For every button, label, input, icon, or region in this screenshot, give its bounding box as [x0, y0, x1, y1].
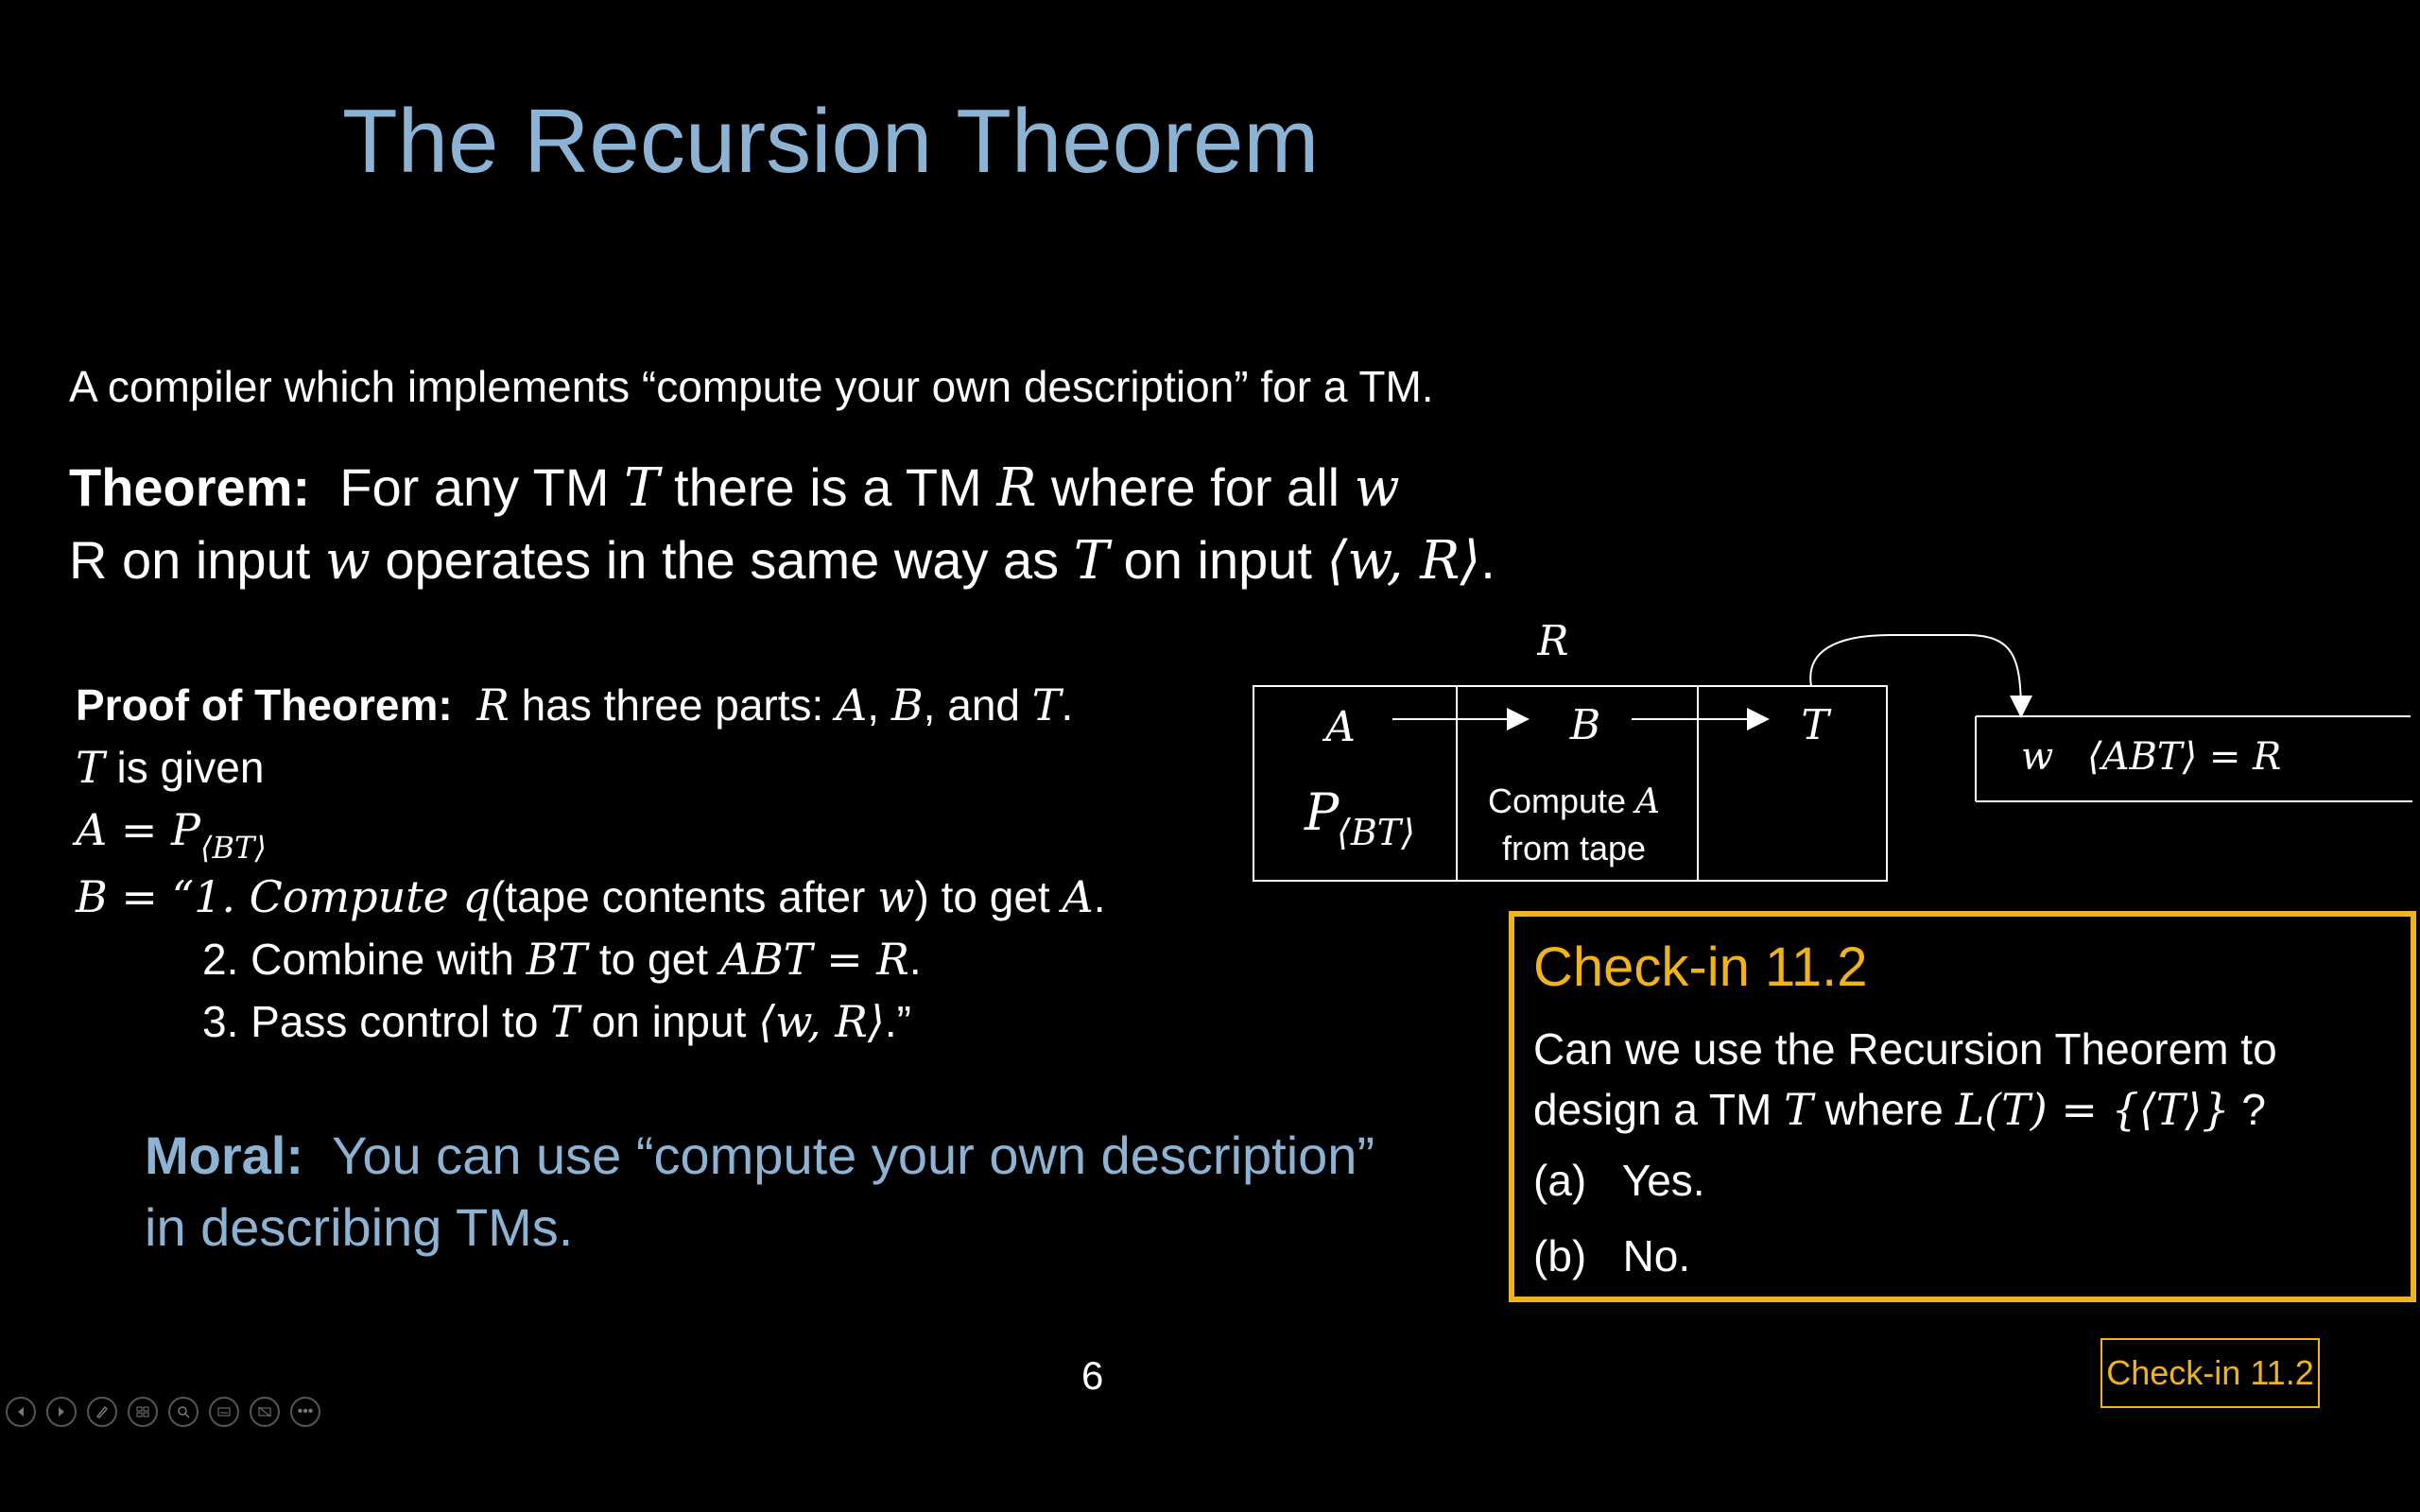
previous-icon[interactable]: [6, 1397, 36, 1427]
checkin-text: ?: [2229, 1085, 2266, 1134]
part-B-label: B: [1569, 701, 1600, 749]
proof-text: 2. Combine with: [202, 935, 527, 984]
theorem-text: .: [1480, 530, 1495, 590]
theorem-text: where for all: [1036, 457, 1355, 517]
checkin-question-line: design a TM T where L(T) = {⟨T⟩} ?: [1533, 1079, 2277, 1140]
math-language: L(T) = {⟨T⟩}: [1955, 1084, 2230, 1135]
math-A: A: [1062, 871, 1094, 922]
theorem-line-1: Theorem: For any TM T there is a TM R wh…: [69, 452, 1495, 524]
part-A-label: A: [1322, 703, 1356, 751]
checkin-text: design a TM: [1533, 1085, 1785, 1134]
checkin-question-line: Can we use the Recursion Theorem to: [1533, 1024, 2277, 1074]
checkin-box: Check-in 11.2 Can we use the Recursion T…: [1509, 911, 2416, 1302]
math-T: T: [1784, 1084, 1813, 1135]
diagram-label-R: R: [1536, 624, 1568, 665]
math-T: T: [550, 996, 579, 1047]
proof-line-6: 3. Pass control to T on input ⟨w, R⟩.”: [76, 990, 1105, 1053]
math-w: w: [324, 530, 371, 592]
moral-label: Moral:: [145, 1125, 303, 1185]
option-a[interactable]: (a) Yes.: [1533, 1155, 1705, 1206]
slides-grid-icon[interactable]: [128, 1397, 158, 1427]
proof-line-3: A = P⟨BT⟩: [76, 799, 1105, 866]
math-A: A: [836, 679, 868, 730]
checkin-question: Can we use the Recursion Theorem to desi…: [1533, 1019, 2277, 1140]
moral-text: in describing TMs.: [145, 1197, 574, 1257]
math-w: w: [1354, 457, 1400, 519]
proof-text: ,: [867, 680, 891, 730]
theorem-text: For any TM: [339, 457, 625, 517]
tm-diagram: R A B T P ⟨BT⟩ Compute A from tape w ⟨AB…: [1253, 624, 2412, 882]
math-ABT-eq: ABT = R: [719, 934, 909, 985]
math-A-def: A = P: [76, 804, 200, 855]
proof-text: (tape contents after: [490, 872, 878, 921]
theorem-block: Theorem: For any TM T there is a TM R wh…: [69, 452, 1495, 597]
math-T: T: [76, 742, 105, 793]
math-input-pair: ⟨w, R⟩: [758, 996, 885, 1047]
subtitles-icon[interactable]: [209, 1397, 239, 1427]
proof-text: .: [908, 935, 922, 984]
page-number: 6: [1081, 1353, 1104, 1398]
slide-title: The Recursion Theorem: [342, 91, 1320, 192]
math-T: T: [1031, 679, 1062, 730]
proof-text: has three parts:: [509, 680, 837, 730]
math-B-def: B = “1. Compute: [76, 871, 463, 922]
proof-line-1: Proof of Theorem: R has three parts: A , …: [76, 674, 1105, 736]
arrow-T-to-tape: [1809, 634, 2032, 718]
theorem-line-2: R on input w operates in the same way as…: [69, 524, 1495, 597]
P-BT-subscript: ⟨BT⟩: [1337, 812, 1415, 853]
option-text: Yes.: [1621, 1156, 1705, 1205]
next-icon[interactable]: [46, 1397, 77, 1427]
math-w: w: [877, 871, 915, 922]
compute-A-line1: Compute A: [1488, 782, 1660, 821]
math-BT: BT: [526, 934, 588, 985]
tape-w: w: [2021, 735, 2053, 779]
checkin-text: where: [1812, 1085, 1956, 1134]
option-b[interactable]: (b) No.: [1533, 1230, 1690, 1281]
math-R: R: [996, 457, 1037, 519]
checkin-badge[interactable]: Check-in 11.2: [2100, 1338, 2320, 1408]
compute-A-line2: from tape: [1502, 829, 1646, 868]
option-key: (a): [1533, 1156, 1587, 1205]
proof-text: .: [1061, 680, 1074, 730]
theorem-text: operates in the same way as: [370, 530, 1074, 590]
part-T-label: T: [1801, 701, 1832, 749]
proof-label: Proof of Theorem:: [76, 680, 453, 730]
option-key: (b): [1533, 1231, 1587, 1280]
intro-text: A compiler which implements “compute you…: [69, 362, 1434, 411]
theorem-text: there is a TM: [659, 457, 997, 517]
theorem-text: R on input: [69, 530, 325, 590]
math-input-pair: ⟨w, R⟩: [1326, 530, 1481, 592]
P-BT-main: P: [1304, 782, 1340, 842]
proof-text: , and: [923, 680, 1032, 730]
proof-line-5: 2. Combine with BT to get ABT = R.: [76, 928, 1105, 990]
more-icon[interactable]: •••: [290, 1397, 320, 1427]
math-T: T: [1073, 530, 1110, 592]
proof-text: 3. Pass control to: [202, 997, 551, 1046]
proof-text: .: [1093, 872, 1106, 921]
proof-text: is given: [104, 743, 265, 792]
hide-screen-icon[interactable]: [250, 1397, 280, 1427]
math-subscript: ⟨BT⟩: [199, 830, 267, 866]
proof-block: Proof of Theorem: R has three parts: A , …: [76, 674, 1105, 1053]
math-B: B: [890, 679, 924, 730]
math-T: T: [624, 457, 660, 519]
tape-ABT-eq: ⟨ABT⟩ = R: [2087, 735, 2281, 779]
math-q: q: [462, 871, 491, 922]
theorem-label: Theorem:: [69, 457, 311, 517]
option-text: No.: [1622, 1231, 1691, 1280]
moral-block: Moral: You can use “compute your own des…: [145, 1120, 1374, 1263]
zoom-icon[interactable]: [168, 1397, 199, 1427]
checkin-title: Check-in 11.2: [1533, 936, 1868, 998]
pen-icon[interactable]: [87, 1397, 117, 1427]
math-R: R: [476, 679, 510, 730]
presenter-toolbar: •••: [6, 1397, 320, 1427]
moral-text: You can use “compute your own descriptio…: [332, 1125, 1375, 1185]
proof-line-2: T is given: [76, 736, 1105, 799]
proof-text: on input: [579, 997, 759, 1046]
proof-line-4: B = “1. Compute q(tape contents after w)…: [76, 866, 1105, 928]
proof-text: ) to get: [914, 872, 1063, 921]
theorem-text: on input: [1109, 530, 1327, 590]
proof-text: to get: [587, 935, 720, 984]
proof-text: .”: [884, 997, 911, 1046]
